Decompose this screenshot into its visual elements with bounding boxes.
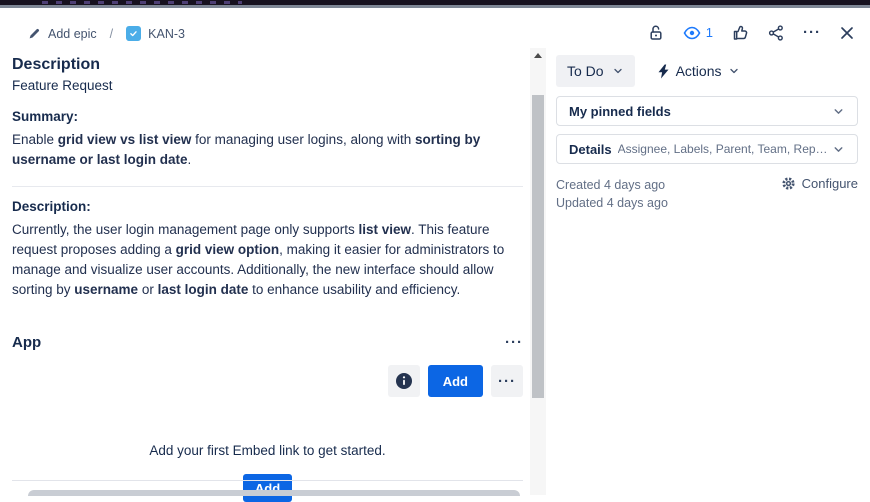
lightning-bolt-icon — [657, 64, 670, 79]
gear-icon — [781, 176, 796, 191]
issue-header: Add epic / KAN-3 1 ··· — [0, 8, 870, 52]
pinned-fields-label: My pinned fields — [569, 104, 671, 119]
add-epic-button[interactable]: Add epic — [28, 27, 97, 41]
pinned-fields-panel[interactable]: My pinned fields — [556, 96, 858, 126]
add-epic-label: Add epic — [48, 27, 97, 41]
status-actions-row: To Do Actions — [556, 55, 858, 87]
created-date: Created 4 days ago — [556, 176, 668, 194]
scrollbar-thumb[interactable] — [532, 95, 544, 398]
description-label: Description: — [12, 199, 523, 214]
share-icon[interactable] — [768, 25, 784, 41]
app-section-title: App — [12, 334, 41, 351]
thumbs-up-icon[interactable] — [732, 24, 749, 41]
description-value[interactable]: Feature Request — [12, 78, 523, 93]
summary-label: Summary: — [12, 109, 523, 124]
breadcrumb: Add epic / KAN-3 — [28, 26, 185, 41]
embed-add-button-toolbar[interactable]: Add — [428, 365, 483, 397]
chevron-down-icon — [612, 65, 624, 77]
watch-button[interactable]: 1 — [683, 25, 713, 40]
issue-key-link[interactable]: KAN-3 — [126, 26, 185, 41]
details-label: Details — [569, 142, 612, 157]
pencil-icon — [28, 27, 41, 40]
eye-icon — [683, 26, 701, 40]
configure-label: Configure — [802, 176, 858, 191]
chevron-down-icon — [832, 143, 845, 156]
actions-dropdown[interactable]: Actions — [649, 55, 748, 87]
collapsed-panel-edge — [28, 490, 520, 496]
actions-label: Actions — [676, 63, 722, 79]
watchers-count: 1 — [706, 25, 713, 40]
embed-add-button-center[interactable]: Add — [243, 474, 292, 502]
embed-empty-message: Add your first Embed link to get started… — [12, 443, 523, 458]
description-section-title: Description — [12, 56, 523, 74]
app-more-icon[interactable]: ··· — [505, 335, 523, 350]
info-button[interactable] — [388, 365, 420, 397]
updated-date: Updated 4 days ago — [556, 194, 668, 212]
content-divider — [12, 186, 523, 187]
bottom-divider — [12, 480, 523, 481]
issue-sidebar: To Do Actions My pinned fields Details A… — [556, 55, 858, 212]
breadcrumb-separator: / — [110, 27, 113, 41]
summary-text[interactable]: Enable grid view vs list view for managi… — [12, 130, 523, 170]
issue-content-panel: Description Feature Request Summary: Ena… — [12, 50, 523, 502]
description-text[interactable]: Currently, the user login management pag… — [12, 220, 523, 300]
issue-key-label: KAN-3 — [148, 27, 185, 41]
chevron-down-icon — [728, 65, 740, 77]
app-section-header: App ··· — [12, 334, 523, 351]
close-icon[interactable] — [840, 26, 854, 40]
task-type-icon — [126, 26, 141, 41]
embed-toolbar: Add ··· — [12, 365, 523, 397]
scrollbar-up-button[interactable] — [530, 48, 546, 63]
embed-add-wrap: Add — [12, 474, 523, 502]
chevron-down-icon — [832, 105, 845, 118]
configure-button[interactable]: Configure — [781, 176, 858, 191]
details-fields-summary: Assignee, Labels, Parent, Team, Reporter — [618, 142, 832, 156]
issue-meta-row: Created 4 days ago Updated 4 days ago Co… — [556, 176, 858, 212]
issue-dates: Created 4 days ago Updated 4 days ago — [556, 176, 668, 212]
more-actions-icon[interactable]: ··· — [803, 25, 821, 40]
header-actions: 1 ··· — [648, 24, 854, 41]
scroll-up-arrow-icon — [534, 53, 542, 58]
unlock-icon[interactable] — [648, 24, 664, 41]
details-panel[interactable]: Details Assignee, Labels, Parent, Team, … — [556, 134, 858, 164]
chrome-tab-fragment — [42, 1, 242, 4]
status-dropdown[interactable]: To Do — [556, 55, 635, 87]
info-icon — [395, 372, 413, 390]
status-label: To Do — [567, 63, 604, 79]
content-scrollbar[interactable] — [530, 48, 546, 495]
embed-more-button[interactable]: ··· — [491, 365, 523, 397]
